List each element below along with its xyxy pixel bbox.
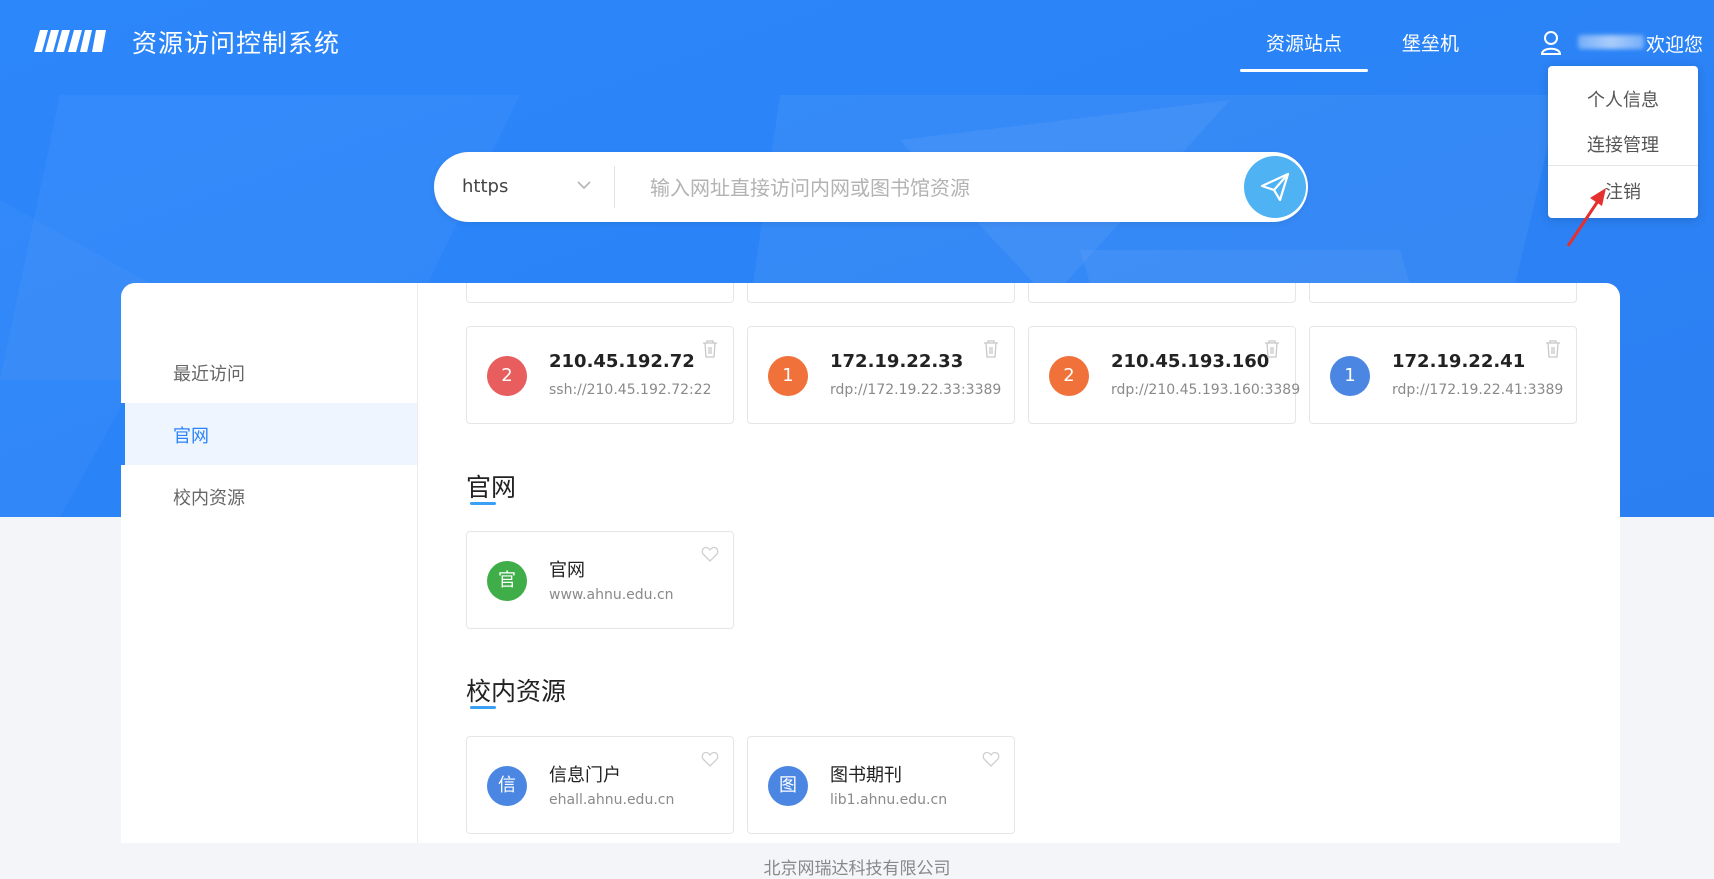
resource-card-hidden[interactable] [747, 283, 1015, 303]
resource-card[interactable]: 官 官网 www.ahnu.edu.cn [466, 531, 734, 629]
sidebar-item-campus-resources[interactable]: 校内资源 [121, 465, 417, 527]
card-url: rdp://210.45.193.160:3389 [1111, 382, 1301, 398]
card-badge: 官 [487, 561, 527, 601]
card-badge: 2 [487, 356, 527, 396]
welcome-text[interactable]: 欢迎您 [1646, 30, 1703, 57]
heart-icon[interactable] [701, 749, 719, 769]
resource-content: 2 210.45.192.72 ssh://210.45.192.72:22 1… [418, 283, 1620, 843]
main-panel: 最近访问 官网 校内资源 2 210.45.192.72 ssh://210.4… [121, 283, 1620, 843]
search-divider [614, 166, 615, 208]
send-button[interactable] [1244, 156, 1306, 218]
category-sidebar: 最近访问 官网 校内资源 [121, 283, 418, 843]
card-title: 172.19.22.33 [830, 351, 964, 372]
card-url: www.ahnu.edu.cn [549, 587, 674, 603]
recent-card[interactable]: 1 172.19.22.41 rdp://172.19.22.41:3389 [1309, 326, 1577, 424]
resource-card-hidden[interactable] [466, 283, 734, 303]
card-title: 官网 [549, 560, 585, 581]
card-title: 172.19.22.41 [1392, 351, 1526, 372]
username-redacted [1578, 35, 1644, 49]
recent-card[interactable]: 1 172.19.22.33 rdp://172.19.22.33:3389 [747, 326, 1015, 424]
card-url: ehall.ahnu.edu.cn [549, 792, 675, 808]
menu-divider [1548, 165, 1698, 166]
red-annotation-arrow [1566, 188, 1606, 247]
menu-item-connection-management[interactable]: 连接管理 [1548, 131, 1698, 157]
trash-icon[interactable] [1263, 339, 1281, 359]
sidebar-item-label: 官网 [173, 426, 209, 447]
section-underline [470, 502, 496, 505]
resource-card[interactable]: 图 图书期刊 lib1.ahnu.edu.cn [747, 736, 1015, 834]
sidebar-item-official-site[interactable]: 官网 [121, 403, 417, 465]
trash-icon[interactable] [982, 339, 1000, 359]
nav-resource-sites[interactable]: 资源站点 [1239, 29, 1369, 72]
card-url: rdp://172.19.22.33:3389 [830, 382, 1002, 398]
trash-icon[interactable] [1544, 339, 1562, 359]
resource-card[interactable]: 信 信息门户 ehall.ahnu.edu.cn [466, 736, 734, 834]
protocol-select[interactable]: https [462, 176, 508, 197]
card-badge: 1 [1330, 356, 1370, 396]
search-bar: https [434, 152, 1308, 222]
trash-icon[interactable] [701, 339, 719, 359]
card-badge: 2 [1049, 356, 1089, 396]
recent-card[interactable]: 2 210.45.193.160 rdp://210.45.193.160:33… [1028, 326, 1300, 424]
card-url: lib1.ahnu.edu.cn [830, 792, 948, 808]
chevron-down-icon[interactable] [576, 178, 592, 192]
section-underline [470, 706, 496, 709]
section-title-campus-resources: 校内资源 [466, 677, 567, 706]
app-title: 资源访问控制系统 [132, 29, 341, 58]
card-badge: 信 [487, 766, 527, 806]
sidebar-item-recent[interactable]: 最近访问 [121, 341, 417, 403]
card-title: 信息门户 [549, 765, 621, 786]
footer-company: 北京网瑞达科技有限公司 [763, 859, 951, 879]
nav-bastion-host[interactable]: 堡垒机 [1402, 29, 1459, 56]
card-url: ssh://210.45.192.72:22 [549, 382, 712, 398]
sidebar-item-label: 最近访问 [173, 364, 245, 385]
card-title: 210.45.192.72 [549, 351, 695, 372]
user-icon[interactable] [1540, 30, 1562, 56]
brand-logo [34, 30, 106, 52]
top-header: 资源访问控制系统 资源站点 堡垒机 欢迎您 [0, 0, 1714, 90]
heart-icon[interactable] [982, 749, 1000, 769]
resource-card-hidden[interactable] [1309, 283, 1577, 303]
section-title-official-site: 官网 [466, 473, 517, 502]
sidebar-item-label: 校内资源 [173, 488, 245, 509]
card-title: 图书期刊 [830, 765, 902, 786]
heart-icon[interactable] [701, 544, 719, 564]
resource-card-hidden[interactable] [1028, 283, 1296, 303]
card-title: 210.45.193.160 [1111, 351, 1270, 372]
card-badge: 1 [768, 356, 808, 396]
paper-plane-icon [1260, 172, 1290, 202]
card-badge: 图 [768, 766, 808, 806]
recent-card[interactable]: 2 210.45.192.72 ssh://210.45.192.72:22 [466, 326, 734, 424]
url-input[interactable] [648, 170, 1252, 206]
card-url: rdp://172.19.22.41:3389 [1392, 382, 1564, 398]
menu-item-profile[interactable]: 个人信息 [1548, 86, 1698, 112]
